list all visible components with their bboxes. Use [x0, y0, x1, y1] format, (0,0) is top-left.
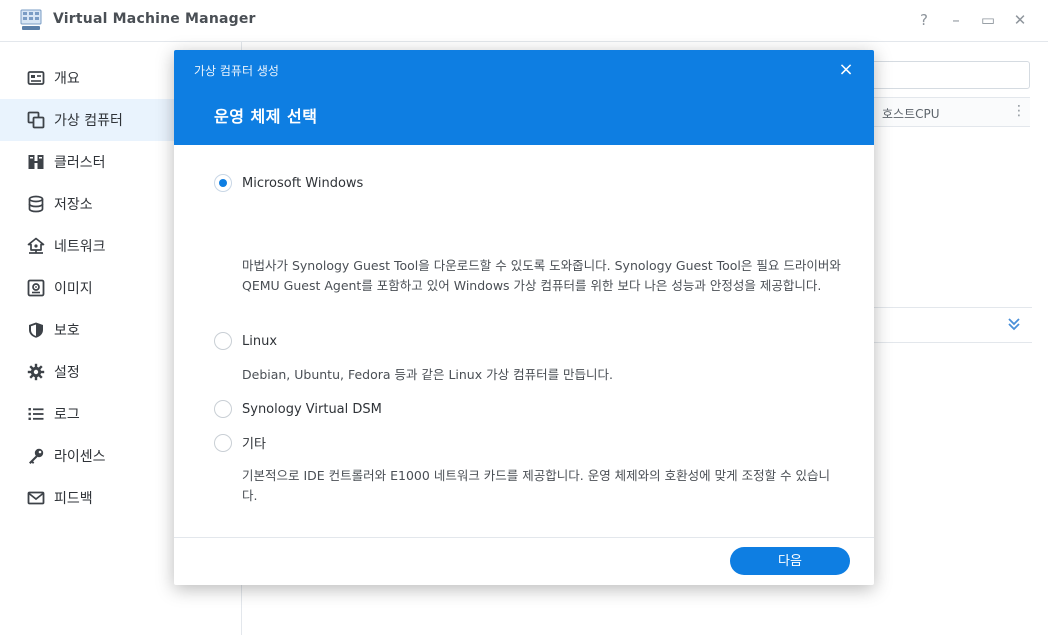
radio-linux[interactable]: [214, 332, 232, 350]
double-chevron-down-icon[interactable]: [1006, 316, 1022, 332]
radio-windows[interactable]: [214, 174, 232, 192]
minimize-icon[interactable]: –: [946, 10, 966, 30]
dialog-header: 가상 컴퓨터 생성 × 운영 체제 선택: [174, 50, 874, 145]
dialog-footer: 다음: [174, 537, 874, 585]
os-option-label: 기타: [242, 437, 266, 452]
close-window-icon[interactable]: ✕: [1010, 10, 1030, 30]
sidebar-item-label: 클러스터: [54, 155, 106, 171]
close-icon[interactable]: ×: [836, 60, 856, 80]
radio-virtual-dsm[interactable]: [214, 400, 232, 418]
column-header-host-cpu[interactable]: 호스트CPU ⋮: [872, 97, 1030, 127]
sidebar-item-label: 이미지: [54, 281, 93, 297]
os-option-virtual-dsm[interactable]: Synology Virtual DSM: [214, 400, 382, 418]
restore-icon[interactable]: ▭: [978, 10, 998, 30]
overview-icon: [26, 68, 46, 88]
radio-other[interactable]: [214, 433, 232, 452]
key-icon: [26, 446, 46, 466]
sidebar-item-label: 보호: [54, 323, 80, 339]
more-options-icon[interactable]: ⋮: [1012, 103, 1026, 119]
virtual-machine-icon: [26, 110, 46, 130]
sidebar-item-label: 네트워크: [54, 239, 106, 255]
image-icon: [26, 278, 46, 298]
next-button[interactable]: 다음: [730, 547, 850, 575]
sidebar-item-label: 피드백: [54, 491, 93, 507]
sidebar-item-label: 로그: [54, 407, 80, 423]
network-icon: [26, 236, 46, 256]
sidebar-item-label: 개요: [54, 71, 80, 87]
sidebar-item-label: 설정: [54, 365, 80, 381]
help-icon[interactable]: ?: [914, 10, 934, 30]
os-option-label: Synology Virtual DSM: [242, 401, 382, 417]
gear-icon: [26, 362, 46, 382]
shield-icon: [26, 320, 46, 340]
create-vm-dialog: 가상 컴퓨터 생성 × 운영 체제 선택 Microsoft Windows 마…: [174, 50, 874, 585]
os-option-description: 기본적으로 IDE 컨트롤러와 E1000 네트워크 카드를 제공합니다. 운영…: [242, 468, 831, 503]
os-option-windows[interactable]: Microsoft Windows: [214, 174, 363, 192]
search-input[interactable]: [862, 61, 1030, 89]
vmm-app-icon: [20, 9, 42, 31]
sidebar-item-label: 가상 컴퓨터: [54, 113, 123, 129]
os-option-description: 마법사가 Synology Guest Tool을 다운로드할 수 있도록 도와…: [242, 258, 841, 293]
app-title: Virtual Machine Manager: [53, 11, 256, 27]
sidebar-item-label: 라이센스: [54, 449, 106, 465]
detail-panel-bar: [872, 307, 1032, 343]
storage-icon: [26, 194, 46, 214]
step-title: 운영 체제 선택: [214, 107, 318, 126]
column-header-label: 호스트CPU: [882, 107, 940, 121]
title-bar: Virtual Machine Manager ? – ▭ ✕: [0, 0, 1048, 42]
sidebar-item-label: 저장소: [54, 197, 93, 213]
os-option-description: Debian, Ubuntu, Fedora 등과 같은 Linux 가상 컴퓨…: [242, 367, 614, 382]
os-option-label: Microsoft Windows: [242, 175, 364, 191]
dialog-title: 가상 컴퓨터 생성: [194, 64, 279, 78]
cluster-icon: [26, 152, 46, 172]
os-option-other[interactable]: 기타: [214, 433, 266, 452]
dialog-body: Microsoft Windows 마법사가 Synology Guest To…: [174, 145, 874, 537]
mail-icon: [26, 488, 46, 508]
os-option-label: Linux: [242, 333, 278, 349]
os-option-linux[interactable]: Linux: [214, 332, 277, 350]
log-icon: [26, 404, 46, 424]
